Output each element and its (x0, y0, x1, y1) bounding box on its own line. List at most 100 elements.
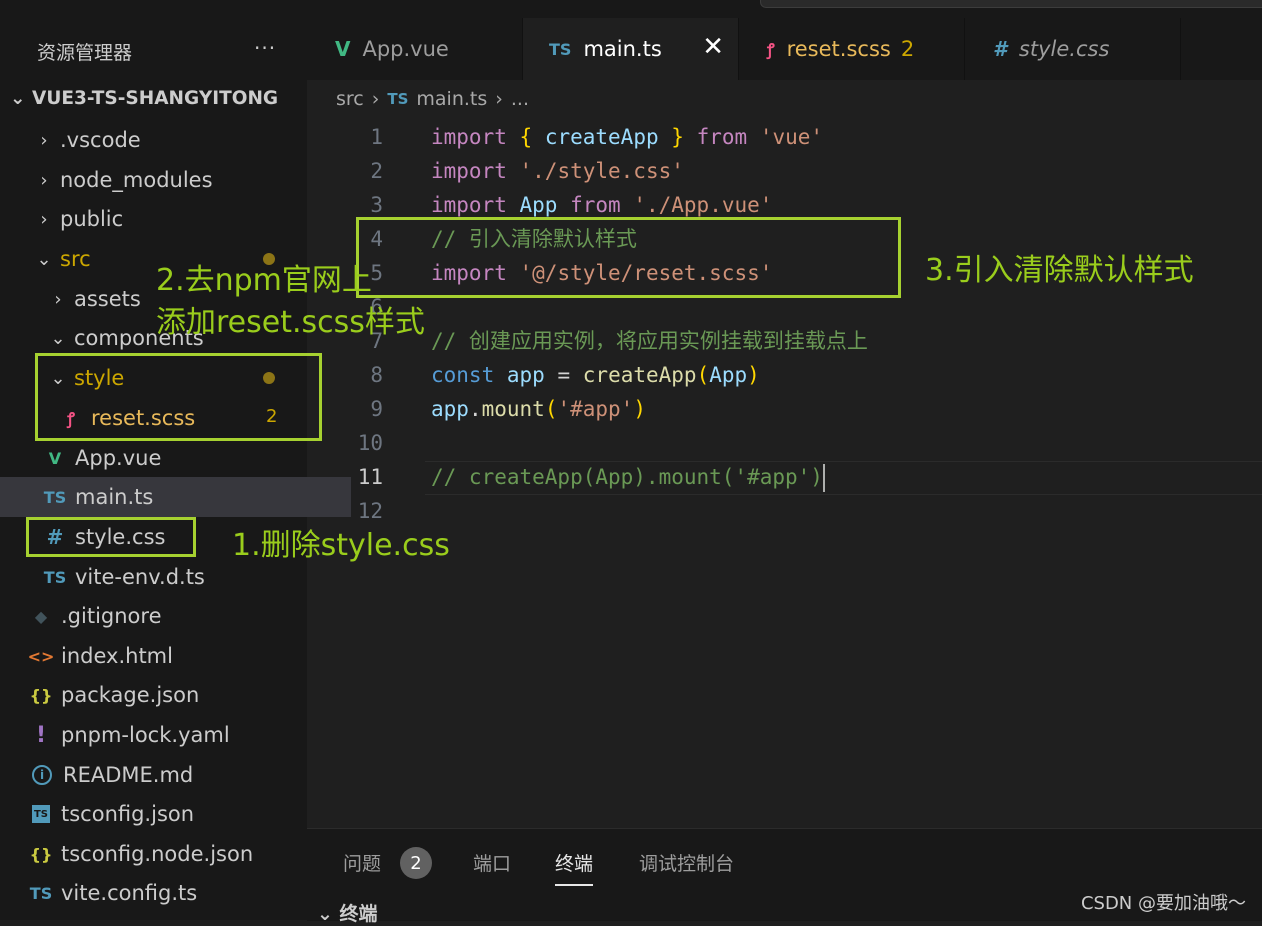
chevron-down-icon: ⌄ (50, 327, 66, 349)
paren: ( (544, 397, 558, 421)
tree-label: tsconfig.node.json (61, 842, 254, 866)
project-name: VUE3-TS-SHANGYITONG (32, 88, 279, 109)
brace: { (519, 125, 533, 149)
paren: ( (696, 363, 710, 387)
tree-label: README.md (63, 763, 194, 787)
code-line: 11 // createApp(App).mount('#app') (307, 460, 1262, 494)
tree-folder-public[interactable]: › public (0, 199, 341, 239)
string: 'vue' (759, 125, 824, 149)
tab-problems[interactable]: 问题 (343, 849, 381, 876)
string: '#app' (557, 397, 634, 421)
tree-label: main.ts (75, 485, 154, 509)
tab-main-ts[interactable]: TS main.ts ✕ (523, 18, 739, 80)
typescript-icon: TS (43, 487, 67, 507)
project-root[interactable]: ⌄ VUE3-TS-SHANGYITONG (10, 88, 278, 109)
code-line: 12 (307, 494, 1262, 528)
identifier: app (506, 363, 545, 387)
line-number: 2 (370, 159, 383, 183)
breadcrumb-symbols[interactable]: ... (511, 88, 529, 110)
tree-file-index-html[interactable]: <> index.html (0, 636, 337, 676)
more-actions-button[interactable]: ··· (254, 36, 276, 60)
tree-folder-vscode[interactable]: › .vscode (0, 120, 341, 160)
close-icon[interactable]: ✕ (702, 32, 724, 62)
tree-label: src (60, 247, 91, 271)
tree-label: package.json (61, 683, 200, 707)
code-line: 7// 创建应用实例，将应用实例挂载到挂载点上 (307, 324, 1262, 358)
annotation-step-1: 1.删除style.css (232, 528, 450, 563)
tree-label: App.vue (75, 446, 162, 470)
string: './App.vue' (633, 193, 773, 217)
chevron-down-icon: ⌄ (317, 903, 340, 925)
keyword: import (431, 125, 507, 149)
tab-terminal[interactable]: 终端 (555, 849, 594, 886)
breadcrumb-file[interactable]: main.ts (416, 88, 487, 110)
chevron-down-icon: ⌄ (10, 88, 26, 109)
identifier: app (431, 397, 469, 421)
tab-label: reset.scss (786, 37, 891, 61)
tab-app-vue[interactable]: V App.vue (307, 18, 523, 80)
tree-file-main-ts[interactable]: TS main.ts (0, 477, 351, 517)
html-icon: <> (27, 646, 55, 666)
tab-style-css[interactable]: # style.css (965, 18, 1181, 80)
keyword: from (696, 125, 748, 149)
chevron-right-icon: › (40, 208, 48, 230)
annotation-step-2-line1: 2.去npm官网上 (156, 263, 372, 298)
brace: } (671, 125, 684, 149)
breadcrumb: src › TS main.ts › ... (336, 88, 529, 110)
annotation-step-2-line2: 添加reset.scss样式 (156, 305, 425, 340)
yaml-bang-icon: ! (35, 722, 47, 748)
tab-debug-console[interactable]: 调试控制台 (639, 849, 734, 876)
explorer-title: 资源管理器 (37, 42, 133, 64)
keyword: const (431, 363, 495, 387)
tree-file-tsconfig[interactable]: TS tsconfig.json (0, 794, 337, 834)
hash-icon: # (993, 37, 1007, 61)
typescript-icon: TS (387, 90, 409, 108)
tree-label: assets (74, 287, 141, 311)
tab-label: App.vue (362, 37, 449, 61)
function: mount (481, 397, 545, 421)
keyword: from (570, 193, 621, 217)
tab-label: main.ts (583, 37, 662, 61)
tree-file-pnpm-lock[interactable]: ! pnpm-lock.yaml (0, 715, 337, 755)
tree-label: tsconfig.json (61, 802, 195, 826)
identifier: App (709, 363, 748, 387)
tsconfig-icon: TS (32, 805, 50, 823)
paren: ) (633, 397, 646, 421)
vue-icon: V (335, 37, 351, 61)
git-icon: ◆ (34, 606, 48, 626)
text-cursor (822, 464, 825, 492)
annotation-box-style-folder (35, 353, 322, 441)
identifier: createApp (544, 125, 659, 149)
tree-file-tsconfig-node[interactable]: {} tsconfig.node.json (0, 834, 337, 874)
tree-label: index.html (61, 644, 173, 668)
tree-file-package-json[interactable]: {} package.json (0, 675, 337, 715)
annotation-box-style-css (26, 517, 196, 557)
line-number: 1 (370, 125, 383, 149)
watermark: CSDN @要加油哦～ (1080, 893, 1246, 914)
chevron-right-icon: › (40, 129, 48, 151)
editor-tabs: V App.vue TS main.ts ✕ ꝭ reset.scss 2 # style… (307, 18, 1262, 80)
annotation-step-3: 3.引入清除默认样式 (925, 253, 1194, 288)
tree-label: pnpm-lock.yaml (61, 723, 230, 747)
tree-file-readme[interactable]: i README.md (0, 755, 337, 795)
typescript-icon: TS (549, 39, 572, 59)
chevron-right-icon: › (40, 169, 48, 191)
chevron-right-icon: › (495, 88, 503, 110)
bottom-panel: 问题 2 端口 终端 调试控制台 ⌄ 终端 CSDN @要加油哦～ (307, 828, 1262, 925)
chevron-down-icon: ⌄ (36, 248, 52, 270)
breadcrumb-folder[interactable]: src (336, 88, 364, 110)
code-line: 10 (307, 426, 1262, 460)
chevron-right-icon: › (371, 88, 380, 110)
keyword: import (431, 159, 507, 183)
tree-file-app-vue[interactable]: V App.vue (0, 438, 351, 478)
tree-file-gitignore[interactable]: ◆ .gitignore (0, 596, 337, 636)
tree-folder-node-modules[interactable]: › node_modules (0, 160, 341, 200)
tree-file-vite-config[interactable]: TS vite.config.ts (0, 873, 337, 913)
command-center[interactable] (760, 0, 1262, 8)
tab-ports[interactable]: 端口 (473, 849, 511, 876)
problem-count-badge: 2 (900, 37, 915, 61)
tab-reset-scss[interactable]: ꝭ reset.scss 2 (739, 18, 965, 80)
comment: // createApp(App).mount('#app') (431, 465, 823, 489)
terminal-section-header[interactable]: ⌄ 终端 (317, 899, 378, 926)
tree-label: vite-env.d.ts (75, 565, 205, 589)
